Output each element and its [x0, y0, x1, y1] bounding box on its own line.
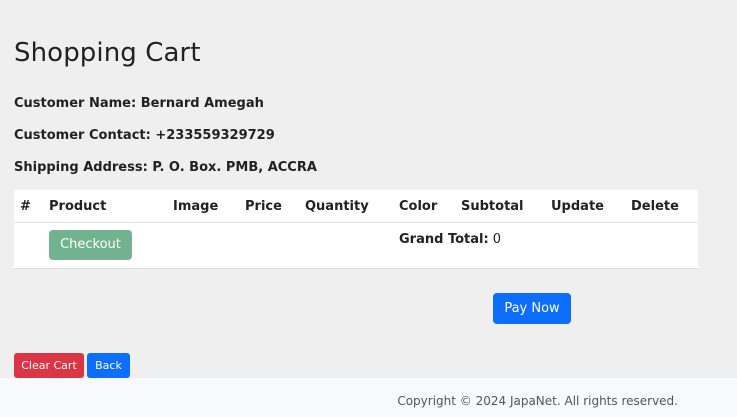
cart-table: # Product Image Price Quantity Color Sub…: [14, 190, 698, 269]
footer: Copyright © 2024 JapaNet. All rights res…: [0, 378, 737, 417]
copyright-text: Copyright © 2024 JapaNet. All rights res…: [397, 394, 678, 408]
clear-cart-button[interactable]: Clear Cart: [14, 353, 84, 378]
customer-contact: Customer Contact: +233559329729: [14, 128, 275, 143]
grand-total: Grand Total: 0: [399, 232, 501, 248]
pay-now-button[interactable]: Pay Now: [493, 293, 571, 324]
page-title: Shopping Cart: [14, 38, 201, 68]
checkout-button[interactable]: Checkout: [49, 230, 132, 260]
column-header-quantity: Quantity: [305, 199, 369, 214]
shipping-address: Shipping Address: P. O. Box. PMB, ACCRA: [14, 160, 317, 175]
column-header-delete: Delete: [631, 199, 679, 214]
column-header-number: #: [20, 199, 31, 214]
table-header-row: # Product Image Price Quantity Color Sub…: [14, 190, 698, 223]
column-header-product: Product: [49, 199, 107, 214]
grand-total-value: 0: [492, 232, 502, 247]
column-header-image: Image: [173, 199, 219, 214]
column-header-update: Update: [551, 199, 604, 214]
column-header-color: Color: [399, 199, 438, 214]
cart-page: Shopping Cart Customer Name: Bernard Ame…: [0, 0, 737, 417]
grand-total-label: Grand Total:: [399, 232, 489, 247]
customer-name: Customer Name: Bernard Amegah: [14, 96, 264, 111]
column-header-price: Price: [245, 199, 282, 214]
back-button[interactable]: Back: [87, 353, 130, 378]
column-header-subtotal: Subtotal: [461, 199, 524, 214]
